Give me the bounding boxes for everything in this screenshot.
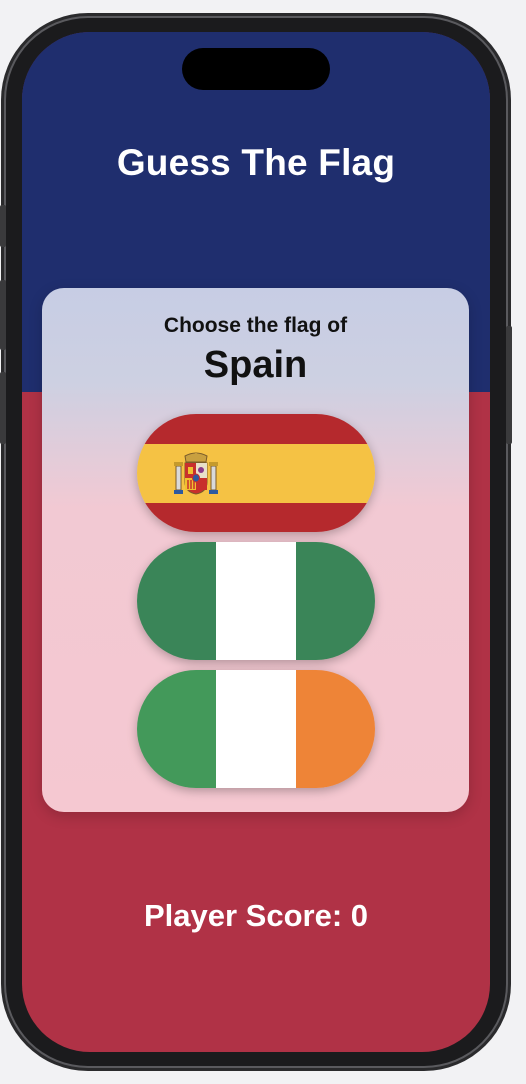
flag-stripe bbox=[216, 542, 296, 660]
coat-of-arms-icon bbox=[174, 452, 218, 495]
flag-stripe bbox=[137, 502, 375, 532]
volume-up-button bbox=[0, 280, 6, 350]
screen: Guess The Flag Choose the flag of Spain bbox=[22, 32, 490, 1052]
flag-stripe bbox=[295, 670, 375, 788]
page-title: Guess The Flag bbox=[116, 142, 396, 183]
country-name: Spain bbox=[203, 344, 308, 386]
flag-stripe bbox=[295, 542, 375, 660]
question-card: Choose the flag of Spain bbox=[42, 288, 469, 812]
flag-stripe bbox=[216, 670, 296, 788]
silent-switch bbox=[0, 205, 6, 247]
phone-frame: Guess The Flag Choose the flag of Spain bbox=[6, 18, 506, 1066]
flag-button-spain[interactable] bbox=[137, 414, 375, 532]
flag-stripe bbox=[137, 542, 217, 660]
power-button bbox=[506, 326, 512, 444]
flag-stripe bbox=[137, 443, 375, 503]
flag-button-ireland[interactable] bbox=[137, 670, 375, 788]
player-score: Player Score: 0 bbox=[143, 898, 369, 933]
flag-stripe bbox=[137, 670, 217, 788]
prompt-label: Choose the flag of bbox=[163, 314, 348, 337]
volume-down-button bbox=[0, 372, 6, 444]
flag-button-nigeria[interactable] bbox=[137, 542, 375, 660]
flag-stripe bbox=[137, 414, 375, 444]
dynamic-island bbox=[182, 48, 330, 90]
